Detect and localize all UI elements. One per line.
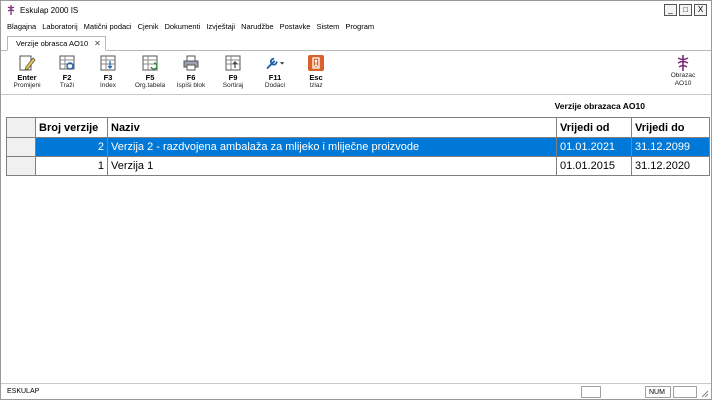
title-bar: Eskulap 2000 IS _ □ X [1,1,711,19]
document-tab-strip: Verzije obrasca AO10 ✕ [1,34,711,51]
cell-vrijedi-od[interactable]: 01.01.2021 [556,137,632,157]
form-title: Verzije obrazaca AO10 [554,101,645,111]
printer-icon [181,54,201,72]
column-header-vrijedi-od[interactable]: Vrijedi od [556,117,632,138]
window-controls: _ □ X [664,4,707,16]
wrench-icon [265,54,285,72]
close-button[interactable]: X [694,4,707,16]
column-header-vrijedi-do[interactable]: Vrijedi do [631,117,710,138]
status-pane-empty [673,386,697,398]
cell-vrijedi-do[interactable]: 31.12.2020 [631,156,710,176]
status-pane-empty [581,386,601,398]
tool-label: Org.tabela [134,82,166,89]
app-window: Eskulap 2000 IS _ □ X Blagajna Laborator… [0,0,712,400]
tool-label: Promijeni [13,82,41,89]
cell-broj[interactable]: 2 [35,137,108,157]
menu-sistem[interactable]: Sistem [316,22,339,31]
izlaz-button[interactable]: Esc Izlaz [296,54,336,94]
toolbar: Enter Promijeni F2 Traži F3 Index F5 Org… [1,51,711,95]
tool-key: F2 [62,73,72,82]
tab-label: Verzije obrasca AO10 [16,39,89,48]
caduceus-icon [673,54,693,72]
search-table-icon [57,54,77,72]
sortiraj-button[interactable]: F9 Sortiraj [213,54,253,94]
tool-label: Sortiraj [222,82,244,89]
menu-laboratorij[interactable]: Laboratorij [42,22,77,31]
cell-naziv[interactable]: Verzija 1 [107,156,557,176]
cell-broj[interactable]: 1 [35,156,108,176]
edit-document-icon [17,54,37,72]
column-header-naziv[interactable]: Naziv [107,117,557,138]
menu-blagajna[interactable]: Blagajna [7,22,36,31]
tool-label-line1: Obrazac [670,72,696,79]
column-header-broj-verzije[interactable]: Broj verzije [35,117,108,138]
promijeni-button[interactable]: Enter Promijeni [7,54,47,94]
cell-naziv[interactable]: Verzija 2 - razdvojena ambalaža za mlije… [107,137,557,157]
exit-icon [306,54,326,72]
tool-key: Esc [309,73,323,82]
row-selector[interactable] [6,156,36,176]
ispisi-blok-button[interactable]: F6 Ispiši blok [171,54,211,94]
tab-verzije-obrasca[interactable]: Verzije obrasca AO10 ✕ [7,36,106,51]
status-num-indicator: NUM [645,386,671,398]
row-selector-header [6,117,36,138]
tool-label: Dodaci [264,82,286,89]
sort-table-icon [223,54,243,72]
resize-grip-icon[interactable] [699,388,709,398]
grid-header-row: Broj verzije Naziv Vrijedi od Vrijedi do [6,117,710,138]
status-app-name: ESKULAP [7,388,40,395]
tool-label: Ispiši blok [176,82,206,89]
row-selector[interactable] [6,137,36,157]
menu-dokumenti[interactable]: Dokumenti [164,22,200,31]
menu-bar: Blagajna Laboratorij Matični podaci Cjen… [1,19,711,33]
tool-key: F5 [145,73,155,82]
tool-key: F11 [268,73,282,82]
caduceus-app-icon [5,4,17,16]
cell-vrijedi-od[interactable]: 01.01.2015 [556,156,632,176]
menu-cjenik[interactable]: Cjenik [138,22,159,31]
refresh-table-icon [140,54,160,72]
menu-izvjestaji[interactable]: Izvještaji [206,22,235,31]
menu-maticni-podaci[interactable]: Matični podaci [84,22,132,31]
menu-postavke[interactable]: Postavke [280,22,311,31]
table-row[interactable]: 1 Verzija 1 01.01.2015 31.12.2020 [6,156,710,176]
index-button[interactable]: F3 Index [88,54,128,94]
tool-key: F3 [103,73,113,82]
cell-vrijedi-do[interactable]: 31.12.2099 [631,137,710,157]
status-bar: ESKULAP NUM [1,383,711,399]
menu-narudzbe[interactable]: Narudžbe [241,22,274,31]
tool-key: F6 [186,73,196,82]
tool-label: Index [100,82,116,89]
tab-close-icon[interactable]: ✕ [94,39,101,48]
tool-key: Enter [17,73,37,82]
dodaci-button[interactable]: F11 Dodaci [255,54,295,94]
obrazac-ao10-button[interactable]: Obrazac AO10 [663,54,703,94]
versions-grid: Broj verzije Naziv Vrijedi od Vrijedi do… [6,117,710,176]
table-row[interactable]: 2 Verzija 2 - razdvojena ambalaža za mli… [6,137,710,157]
tool-label: Traži [59,82,75,89]
org-tabela-button[interactable]: F5 Org.tabela [130,54,170,94]
window-title: Eskulap 2000 IS [20,5,79,15]
tool-key: F9 [228,73,238,82]
maximize-button[interactable]: □ [679,4,692,16]
menu-program[interactable]: Program [345,22,374,31]
tool-label: Izlaz [309,82,323,89]
minimize-button[interactable]: _ [664,4,677,16]
index-table-icon [98,54,118,72]
tool-label-line2: AO10 [674,80,692,87]
trazi-button[interactable]: F2 Traži [47,54,87,94]
